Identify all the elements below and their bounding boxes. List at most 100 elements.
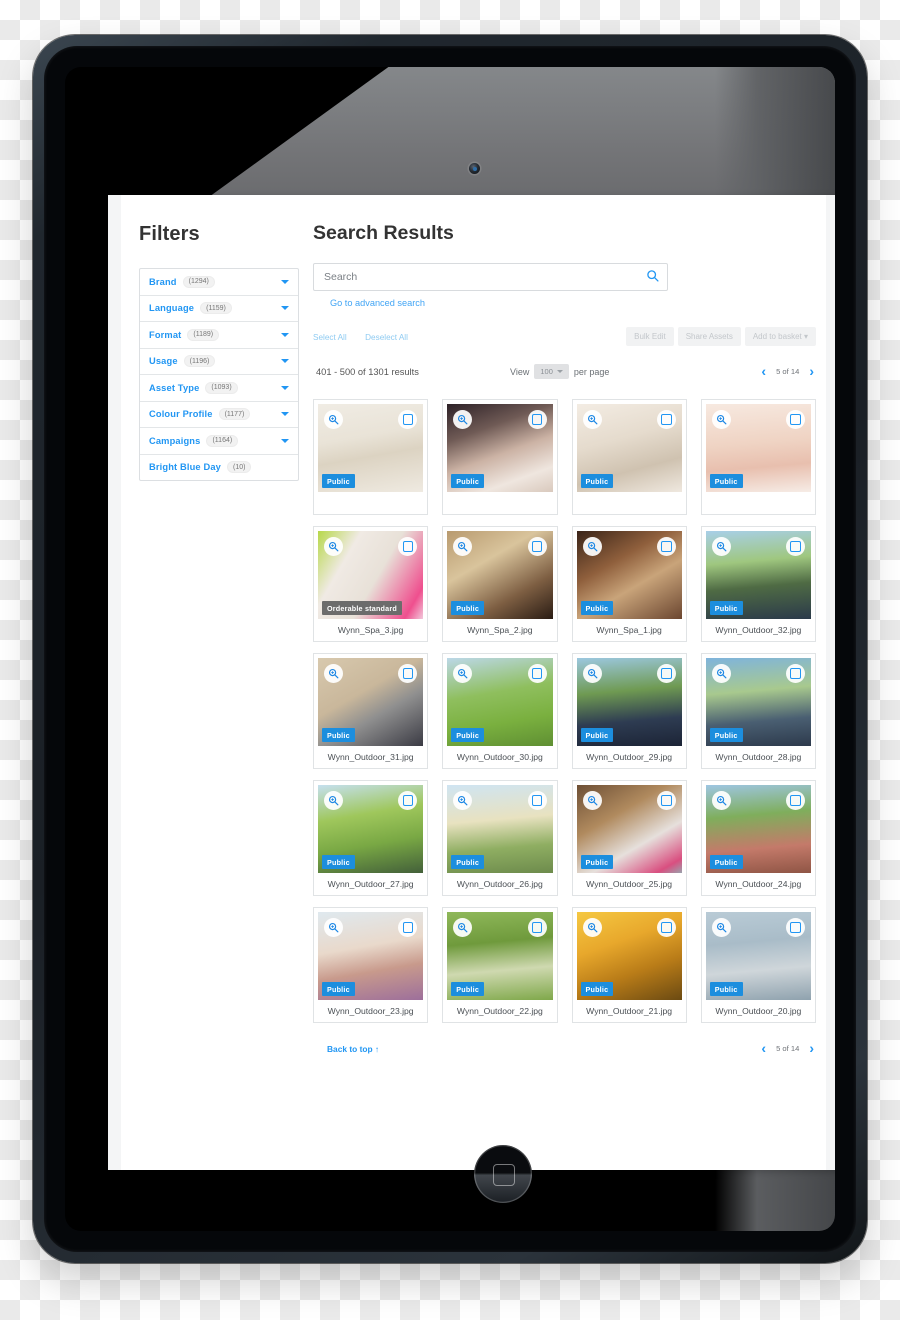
asset-card[interactable]: Orderable standard Wynn_Spa_3.jpg bbox=[313, 526, 429, 642]
checkbox-icon[interactable] bbox=[656, 410, 676, 429]
checkbox-icon[interactable] bbox=[527, 918, 547, 937]
asset-thumbnail[interactable]: Public bbox=[705, 785, 811, 873]
magnifier-plus-icon[interactable] bbox=[582, 537, 602, 556]
asset-card[interactable]: Public Wynn_Outdoor_29.jpg bbox=[571, 653, 687, 769]
select-all-link[interactable]: Select All bbox=[313, 328, 347, 342]
asset-thumbnail[interactable]: Public bbox=[318, 912, 424, 1000]
asset-thumbnail[interactable]: Public bbox=[318, 785, 424, 873]
chevron-down-icon[interactable] bbox=[281, 359, 289, 363]
asset-thumbnail[interactable]: Public bbox=[447, 785, 553, 873]
asset-thumbnail[interactable]: Public bbox=[318, 404, 424, 492]
chevron-down-icon[interactable] bbox=[281, 438, 289, 443]
magnifier-plus-icon[interactable] bbox=[711, 537, 731, 556]
magnifier-plus-icon[interactable] bbox=[711, 918, 731, 937]
magnifier-plus-icon[interactable] bbox=[324, 791, 343, 810]
magnifier-plus-icon[interactable] bbox=[711, 410, 731, 429]
magnifier-plus-icon[interactable] bbox=[582, 791, 602, 810]
asset-thumbnail[interactable]: Public bbox=[576, 658, 682, 746]
magnifier-plus-icon[interactable] bbox=[711, 791, 731, 810]
checkbox-icon[interactable] bbox=[786, 410, 805, 429]
chevron-down-icon[interactable] bbox=[281, 279, 289, 284]
filter-row-colour-profile[interactable]: Colour Profile (1177) bbox=[140, 402, 298, 428]
chevron-down-icon[interactable] bbox=[281, 332, 289, 337]
filter-row-bright-blue-day[interactable]: Bright Blue Day (10) bbox=[140, 455, 298, 481]
asset-card[interactable]: Public Wynn_Outdoor_24.jpg bbox=[700, 780, 816, 896]
asset-card[interactable]: Public Wynn_Outdoor_30.jpg bbox=[442, 653, 558, 769]
asset-card[interactable]: Public Wynn_Outdoor_31.jpg bbox=[313, 653, 429, 769]
checkbox-icon[interactable] bbox=[527, 410, 547, 429]
filter-row-asset-type[interactable]: Asset Type (1093) bbox=[140, 375, 298, 402]
checkbox-icon[interactable] bbox=[656, 791, 676, 810]
magnifier-plus-icon[interactable] bbox=[711, 664, 731, 683]
asset-thumbnail[interactable]: Public bbox=[447, 658, 553, 746]
filter-row-brand[interactable]: Brand (1294) bbox=[140, 269, 298, 296]
asset-card[interactable]: Public Wynn_Outdoor_21.jpg bbox=[571, 907, 687, 1023]
filter-row-language[interactable]: Language (1159) bbox=[140, 296, 298, 322]
chevron-down-icon[interactable] bbox=[281, 306, 289, 310]
checkbox-icon[interactable] bbox=[527, 791, 547, 810]
asset-thumbnail[interactable]: Public bbox=[576, 404, 682, 492]
asset-thumbnail[interactable]: Public bbox=[318, 658, 424, 746]
chevron-left-icon[interactable]: ‹ bbox=[761, 1041, 766, 1055]
chevron-right-icon[interactable]: › bbox=[809, 1041, 814, 1055]
checkbox-icon[interactable] bbox=[786, 537, 805, 556]
per-page-select[interactable]: 100 bbox=[534, 364, 569, 379]
filter-row-format[interactable]: Format (1189) bbox=[140, 322, 298, 349]
filter-row-usage[interactable]: Usage (1196) bbox=[140, 349, 298, 375]
asset-thumbnail[interactable]: Public bbox=[447, 404, 553, 492]
search-icon[interactable] bbox=[646, 269, 659, 287]
asset-card[interactable]: Public Wynn_Spa_1.jpg bbox=[571, 526, 687, 642]
asset-thumbnail[interactable]: Public bbox=[576, 912, 682, 1000]
magnifier-plus-icon[interactable] bbox=[324, 410, 343, 429]
chevron-down-icon[interactable] bbox=[281, 412, 289, 416]
asset-card[interactable]: Public bbox=[442, 399, 558, 515]
asset-thumbnail[interactable]: Public bbox=[576, 531, 682, 619]
filter-row-campaigns[interactable]: Campaigns (1164) bbox=[140, 428, 298, 455]
asset-thumbnail[interactable]: Orderable standard bbox=[318, 531, 424, 619]
search-input[interactable] bbox=[313, 263, 668, 291]
asset-card[interactable]: Public bbox=[313, 399, 429, 515]
asset-card[interactable]: Public Wynn_Outdoor_23.jpg bbox=[313, 907, 429, 1023]
checkbox-icon[interactable] bbox=[527, 537, 547, 556]
home-button-icon[interactable] bbox=[474, 1145, 532, 1203]
asset-card[interactable]: Public Wynn_Outdoor_26.jpg bbox=[442, 780, 558, 896]
chevron-down-icon[interactable] bbox=[281, 385, 289, 390]
asset-card[interactable]: Public Wynn_Outdoor_25.jpg bbox=[571, 780, 687, 896]
checkbox-icon[interactable] bbox=[527, 664, 547, 683]
checkbox-icon[interactable] bbox=[656, 918, 676, 937]
share-assets-button[interactable]: Share Assets bbox=[677, 327, 741, 346]
checkbox-icon[interactable] bbox=[656, 664, 676, 683]
asset-thumbnail[interactable]: Public bbox=[447, 912, 553, 1000]
checkbox-icon[interactable] bbox=[656, 537, 676, 556]
chevron-right-icon[interactable]: › bbox=[809, 364, 814, 378]
advanced-search-link[interactable]: Go to advanced search bbox=[330, 298, 816, 308]
asset-thumbnail[interactable]: Public bbox=[705, 658, 811, 746]
asset-card[interactable]: Public Wynn_Outdoor_32.jpg bbox=[700, 526, 816, 642]
magnifier-plus-icon[interactable] bbox=[582, 664, 602, 683]
asset-card[interactable]: Public Wynn_Outdoor_27.jpg bbox=[313, 780, 429, 896]
asset-card[interactable]: Public Wynn_Spa_2.jpg bbox=[442, 526, 558, 642]
magnifier-plus-icon[interactable] bbox=[582, 410, 602, 429]
bulk-edit-button[interactable]: Bulk Edit bbox=[626, 327, 674, 346]
asset-thumbnail[interactable]: Public bbox=[705, 404, 811, 492]
checkbox-icon[interactable] bbox=[786, 791, 805, 810]
asset-card[interactable]: Public bbox=[571, 399, 687, 515]
back-to-top-link[interactable]: Back to top ↑ bbox=[327, 1044, 379, 1054]
asset-thumbnail[interactable]: Public bbox=[447, 531, 553, 619]
asset-thumbnail[interactable]: Public bbox=[576, 785, 682, 873]
asset-card[interactable]: Public Wynn_Outdoor_20.jpg bbox=[700, 907, 816, 1023]
add-to-basket-button[interactable]: Add to basket ▾ bbox=[744, 327, 816, 346]
asset-thumbnail[interactable]: Public bbox=[705, 912, 811, 1000]
asset-card[interactable]: Public bbox=[700, 399, 816, 515]
asset-card[interactable]: Public Wynn_Outdoor_22.jpg bbox=[442, 907, 558, 1023]
asset-card[interactable]: Public Wynn_Outdoor_28.jpg bbox=[700, 653, 816, 769]
magnifier-plus-icon[interactable] bbox=[324, 664, 343, 683]
checkbox-icon[interactable] bbox=[786, 664, 805, 683]
magnifier-plus-icon[interactable] bbox=[324, 918, 343, 937]
deselect-all-link[interactable]: Deselect All bbox=[365, 328, 408, 342]
magnifier-plus-icon[interactable] bbox=[324, 537, 343, 556]
chevron-left-icon[interactable]: ‹ bbox=[761, 364, 766, 378]
magnifier-plus-icon[interactable] bbox=[582, 918, 602, 937]
checkbox-icon[interactable] bbox=[786, 918, 805, 937]
asset-thumbnail[interactable]: Public bbox=[705, 531, 811, 619]
